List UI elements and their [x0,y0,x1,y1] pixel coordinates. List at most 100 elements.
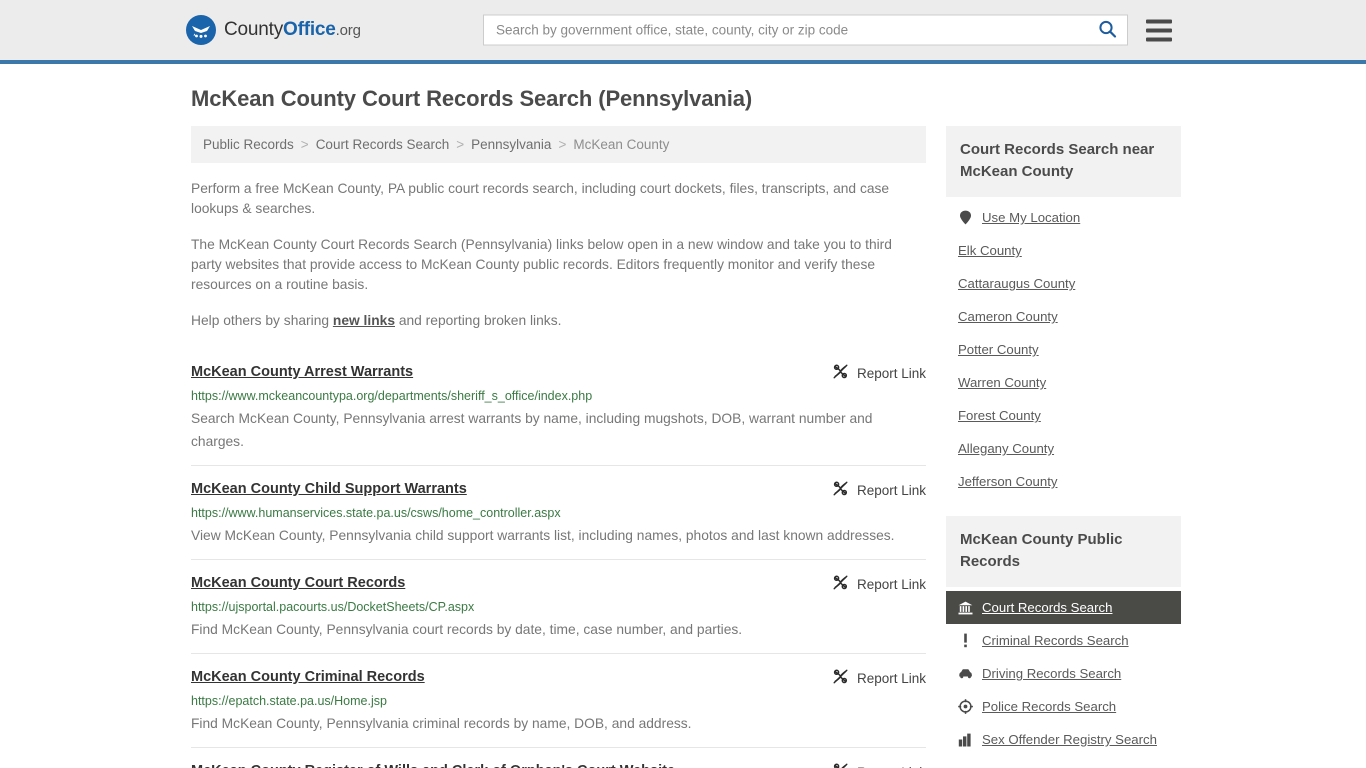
sidebar-records-court-records-search[interactable]: Court Records Search [946,591,1181,624]
report-link-label: Report Link [856,576,926,592]
sidebar-nearby-forest-county[interactable]: Forest County [946,399,1181,432]
hamburger-menu-icon[interactable] [1146,19,1172,41]
broken-link-icon [832,480,849,500]
hamburger-bar [1146,28,1172,32]
sidebar-nearby-allegany-county[interactable]: Allegany County [946,432,1181,465]
map-pin-icon [958,210,973,225]
site-logo[interactable]: CountyOffice.org [186,15,361,45]
sidebar-records-criminal-records-search[interactable]: Criminal Records Search [946,624,1181,657]
sidebar-item-label: Use My Location [982,210,1081,225]
result-description: Find McKean County, Pennsylvania crimina… [191,716,692,731]
nearby-list: Use My Location Elk County Cattaraugus Cou… [946,201,1181,498]
brand-part-office: Office [283,19,336,40]
courthouse-icon [958,601,973,615]
sidebar-nearby-use-my-location[interactable]: Use My Location [946,201,1181,234]
result-item: McKean County Child Support Warrants Repo… [191,466,926,560]
report-link-label: Report Link [856,482,926,498]
report-link-label: Report Link [857,765,926,768]
page-title: McKean County Court Records Search (Penn… [191,86,753,111]
sidebar-nearby-jefferson-county[interactable]: Jefferson County [946,465,1181,498]
result-description: Search McKean County, Pennsylvania arres… [191,411,873,449]
police-badge-icon [958,699,973,714]
eagle-seal-icon [186,15,216,45]
intro-p3-before: Help others by sharing [191,313,333,328]
site-header: CountyOffice.org [0,0,1366,64]
new-links-link[interactable]: new links [333,313,395,328]
result-url: https://www.mckeancountypa.org/departmen… [191,389,593,403]
sidebar-nearby-elk-county[interactable]: Elk County [946,234,1181,267]
result-header: McKean County Register of Wills and Cler… [191,762,926,768]
car-icon [958,668,973,679]
result-item: McKean County Register of Wills and Cler… [191,748,926,768]
sidebar-item-label: Allegany County [958,441,1055,456]
sidebar-nearby-cattaraugus-county[interactable]: Cattaraugus County [946,267,1181,300]
results-list: McKean County Arrest Warrants Report Link… [191,349,926,768]
broken-link-icon [832,762,849,768]
report-link-button[interactable]: Report Link [818,480,926,500]
sidebar-item-label: Cameron County [958,309,1058,324]
report-link-button[interactable]: Report Link [818,668,926,688]
buildings-icon [958,733,973,747]
hamburger-bar [1146,19,1172,23]
breadcrumb-item-1[interactable]: Public Records [203,137,294,152]
sidebar-item-label: Police Records Search [982,699,1117,714]
intro-paragraph-2: The McKean County Court Records Search (… [191,237,892,292]
result-url: https://www.humanservices.state.pa.us/cs… [191,506,561,520]
search-icon [1098,19,1117,41]
report-link-label: Report Link [856,670,926,686]
sidebar-nearby-warren-county[interactable]: Warren County [946,366,1181,399]
hamburger-bar [1146,37,1172,41]
sidebar-records-sex-offender-registry-search[interactable]: Sex Offender Registry Search [946,723,1181,756]
result-title-link[interactable]: McKean County Criminal Records [191,668,425,687]
intro-text: Perform a free McKean County, PA public … [191,179,926,331]
sidebar-nearby-cameron-county[interactable]: Cameron County [946,300,1181,333]
intro-paragraph-1: Perform a free McKean County, PA public … [191,181,890,216]
result-description: View McKean County, Pennsylvania child s… [191,528,895,543]
result-header: McKean County Arrest Warrants Report Link [191,363,926,383]
sidebar-item-label: Forest County [958,408,1041,423]
result-title-link[interactable]: McKean County Court Records [191,574,405,593]
sidebar-item-label: Driving Records Search [982,666,1122,681]
sidebar-item-label: Jefferson County [958,474,1058,489]
brand-wordmark: CountyOffice.org [224,19,361,41]
search-box[interactable] [483,14,1128,46]
search-input[interactable] [494,21,1096,39]
brand-part-county: County [224,19,284,40]
breadcrumb-item-3[interactable]: Pennsylvania [471,137,551,152]
sidebar-item-label: Potter County [958,342,1039,357]
report-link-button[interactable]: Report Link [818,574,926,594]
exclamation-icon [958,633,973,648]
intro-p3-after: and reporting broken links. [395,313,562,328]
sidebar-nearby-potter-county[interactable]: Potter County [946,333,1181,366]
breadcrumb-item-2[interactable]: Court Records Search [316,137,450,152]
search-button[interactable] [1096,19,1119,41]
broken-link-icon [832,574,849,594]
breadcrumb-separator: > [558,137,567,152]
broken-link-icon [832,363,849,383]
public-records-list: Court Records Search Criminal Records Sea… [946,591,1181,756]
result-item: McKean County Criminal Records Report Lin… [191,654,926,748]
main-content: Public Records > Court Records Search > Penn… [191,126,926,768]
result-header: McKean County Child Support Warrants Repo… [191,480,926,500]
page-container: McKean County Court Records Search (Penn… [183,64,1183,768]
sidebar-item-label: Cattaraugus County [958,276,1076,291]
breadcrumb-separator: > [456,137,465,152]
report-link-button[interactable]: Report Link [818,363,926,383]
result-title-link[interactable]: McKean County Child Support Warrants [191,480,467,499]
report-link-button[interactable]: Report Link [818,762,926,768]
intro-paragraph-3: Help others by sharing new links and rep… [191,311,926,331]
result-url: https://ujsportal.pacourts.us/DocketShee… [191,600,475,614]
result-title-link[interactable]: McKean County Arrest Warrants [191,363,413,382]
nearby-panel: Court Records Search near McKean County … [946,126,1181,498]
sidebar-records-driving-records-search[interactable]: Driving Records Search [946,657,1181,690]
report-link-label: Report Link [856,365,926,381]
result-header: McKean County Criminal Records Report Lin… [191,668,926,688]
result-url: https://epatch.state.pa.us/Home.jsp [191,694,387,708]
sidebar-item-label: Sex Offender Registry Search [982,732,1157,747]
result-item: McKean County Arrest Warrants Report Link… [191,349,926,466]
sidebar-item-label: Elk County [958,243,1022,258]
sidebar-records-police-records-search[interactable]: Police Records Search [946,690,1181,723]
breadcrumb: Public Records > Court Records Search > Penn… [191,126,926,163]
result-title-link[interactable]: McKean County Register of Wills and Cler… [191,762,675,768]
breadcrumb-separator: > [300,137,309,152]
